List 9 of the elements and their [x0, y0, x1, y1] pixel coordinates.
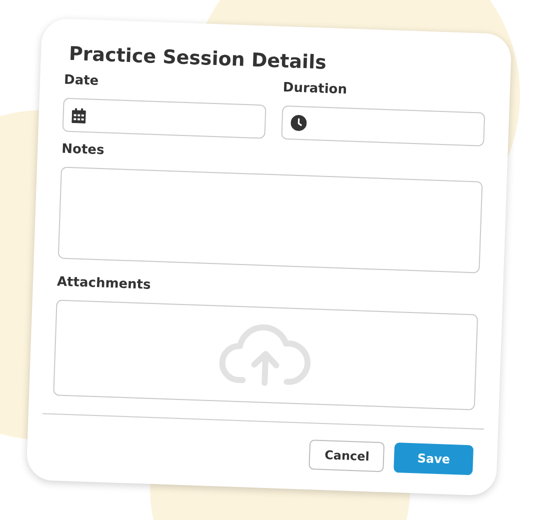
field-label: Date	[64, 72, 99, 89]
clock-icon	[290, 114, 307, 132]
cancel-button[interactable]: Cancel	[309, 440, 385, 472]
notes-label: Notes	[61, 142, 104, 158]
attachments-label: Attachments	[56, 274, 151, 293]
field-label: Duration	[282, 80, 348, 98]
notes-field[interactable]	[58, 166, 483, 274]
calendar-icon	[72, 108, 86, 124]
upload-area[interactable]	[53, 300, 478, 410]
